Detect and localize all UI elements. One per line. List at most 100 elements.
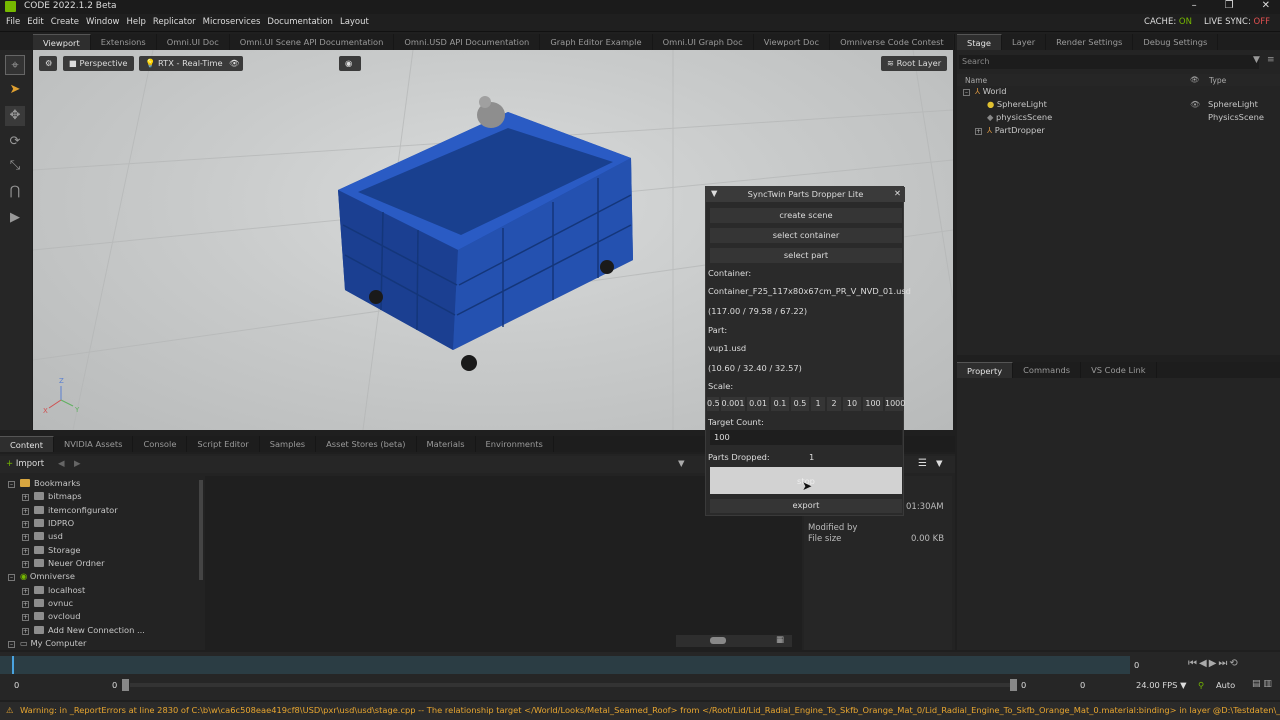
auto-key-icon[interactable]: ⚲ <box>1198 680 1204 690</box>
end-frame[interactable]: 0 <box>1080 680 1085 690</box>
tab-omni-ui-doc[interactable]: Omni.UI Doc <box>157 34 230 50</box>
minimize-icon[interactable]: – <box>1192 0 1197 11</box>
menu-layout[interactable]: Layout <box>340 17 369 27</box>
scale-button-10[interactable]: 10 <box>843 397 861 411</box>
close-icon[interactable]: ✕ <box>1262 0 1270 11</box>
play-icon[interactable]: ▶ <box>5 208 25 228</box>
export-button[interactable]: export <box>710 499 902 513</box>
live-sync-status[interactable]: LIVE SYNC: OFF <box>1204 17 1270 27</box>
scale-button-1000[interactable]: 1000 <box>885 397 905 411</box>
tab-code-contest[interactable]: Omniverse Code Contest <box>830 34 955 50</box>
range-start[interactable]: 0 <box>112 680 117 690</box>
scale-button-2[interactable]: 2 <box>827 397 841 411</box>
viewport-settings-icon[interactable]: ⚙ <box>39 56 57 71</box>
timeline-track[interactable] <box>0 656 1130 674</box>
tab-graph-doc[interactable]: Omni.UI Graph Doc <box>653 34 754 50</box>
list-view-icon[interactable]: ☰ <box>918 458 927 469</box>
tab-graph-editor-example[interactable]: Graph Editor Example <box>540 34 653 50</box>
forward-icon[interactable]: ▶ <box>74 459 81 469</box>
dropdown-icon[interactable]: ▼ <box>678 459 685 469</box>
broadcast-icon[interactable]: ◉ <box>339 56 361 71</box>
menu-microservices[interactable]: Microservices <box>203 17 261 27</box>
scale-button-001[interactable]: 0.01 <box>747 397 769 411</box>
camera-button[interactable]: ■ Perspective <box>63 56 134 71</box>
server-ovnuc[interactable]: + ovnuc <box>22 598 73 608</box>
stage-item-partdropper[interactable]: + ⅄ PartDropper <box>975 125 1045 135</box>
start-frame[interactable]: 0 <box>14 680 19 690</box>
tab-property[interactable]: Property <box>957 362 1014 378</box>
folder-itemconfigurator[interactable]: + itemconfigurator <box>22 505 118 515</box>
dropper-title-bar[interactable]: ▼ SyncTwin Parts Dropper Lite ✕ <box>706 187 905 202</box>
stage-item-world[interactable]: – ⅄ World <box>963 86 1007 96</box>
grid-scrollbar[interactable]: ▦ <box>676 635 792 647</box>
grid-view-icon[interactable]: ▦ <box>776 635 784 645</box>
server-ovcloud[interactable]: + ovcloud <box>22 611 80 621</box>
content-filter-icon[interactable]: ▼ <box>936 459 943 469</box>
import-button[interactable]: + Import <box>6 459 44 469</box>
folder-storage[interactable]: + Storage <box>22 545 80 555</box>
select-container-button[interactable]: select container <box>710 228 902 243</box>
eye-icon[interactable]: 👁 <box>1190 100 1200 109</box>
tab-asset-stores[interactable]: Asset Stores (beta) <box>316 436 417 452</box>
cache-status[interactable]: CACHE: ON <box>1144 17 1192 27</box>
menu-documentation[interactable]: Documentation <box>267 17 333 27</box>
root-layer-button[interactable]: ≋ Root Layer <box>881 56 948 71</box>
tab-viewport-doc[interactable]: Viewport Doc <box>754 34 831 50</box>
scale-button-05[interactable]: 0.5 <box>791 397 809 411</box>
tab-scene-api-doc[interactable]: Omni.UI Scene API Documentation <box>230 34 395 50</box>
tab-script-editor[interactable]: Script Editor <box>187 436 260 452</box>
render-mode-button[interactable]: 💡 RTX - Real-Time <box>139 56 229 71</box>
tab-console[interactable]: Console <box>133 436 188 452</box>
stage-item-spherelight[interactable]: ● SphereLight <box>987 99 1047 109</box>
tab-layer[interactable]: Layer <box>1002 34 1047 50</box>
select-mode-icon[interactable]: ⌖ <box>5 55 25 75</box>
server-localhost[interactable]: + localhost <box>22 585 85 595</box>
stage-search-input[interactable]: Search <box>959 55 1259 69</box>
menu-create[interactable]: Create <box>51 17 79 27</box>
auto-key-label[interactable]: Auto <box>1216 680 1235 690</box>
menu-help[interactable]: Help <box>126 17 145 27</box>
select-arrow-icon[interactable]: ➤ <box>5 80 25 100</box>
tab-nvidia-assets[interactable]: NVIDIA Assets <box>54 436 134 452</box>
folder-usd[interactable]: + usd <box>22 531 63 541</box>
tab-commands[interactable]: Commands <box>1013 362 1082 378</box>
omniverse-node[interactable]: – ◉ Omniverse <box>8 571 75 581</box>
restore-icon[interactable]: ❐ <box>1225 0 1234 11</box>
back-icon[interactable]: ◀ <box>58 459 65 469</box>
visibility-eye-icon[interactable]: 👁 <box>223 56 243 71</box>
status-message[interactable]: Warning: in _ReportErrors at line 2830 o… <box>20 705 1280 715</box>
scale-button-100[interactable]: 100 <box>863 397 883 411</box>
scale-button-01[interactable]: 0.1 <box>771 397 789 411</box>
tab-content[interactable]: Content <box>0 436 54 452</box>
scale-button-1[interactable]: 1 <box>811 397 825 411</box>
range-end-handle[interactable] <box>1010 679 1017 691</box>
my-computer-node[interactable]: – ▭ My Computer <box>8 638 86 648</box>
tab-materials[interactable]: Materials <box>417 436 476 452</box>
tab-debug-settings[interactable]: Debug Settings <box>1133 34 1219 50</box>
tab-vs-code-link[interactable]: VS Code Link <box>1081 362 1157 378</box>
range-end[interactable]: 0 <box>1021 680 1026 690</box>
tab-samples[interactable]: Samples <box>260 436 317 452</box>
tab-extensions[interactable]: Extensions <box>91 34 157 50</box>
create-scene-button[interactable]: create scene <box>710 208 902 223</box>
target-count-input[interactable]: 100 <box>710 430 902 445</box>
current-frame[interactable]: 0 <box>1134 660 1139 670</box>
menu-edit[interactable]: Edit <box>27 17 43 27</box>
tab-render-settings[interactable]: Render Settings <box>1046 34 1134 50</box>
snap-icon[interactable]: ⋂ <box>5 182 25 202</box>
fps-dropdown[interactable]: 24.00 FPS ▼ <box>1136 680 1186 690</box>
folder-idpro[interactable]: + IDPRO <box>22 518 74 528</box>
move-icon[interactable]: ✥ <box>5 106 25 126</box>
folder-neuer-ordner[interactable]: + Neuer Ordner <box>22 558 105 568</box>
scale-value[interactable]: 0.5 <box>707 397 720 411</box>
menu-window[interactable]: Window <box>86 17 120 27</box>
stage-item-physicsscene[interactable]: ◆ physicsScene <box>987 112 1052 122</box>
tab-usd-api-doc[interactable]: Omni.USD API Documentation <box>394 34 541 50</box>
menu-replicator[interactable]: Replicator <box>153 17 196 27</box>
collapse-icon[interactable]: ▼ <box>711 188 717 198</box>
range-slider[interactable] <box>130 683 1010 687</box>
add-connection-item[interactable]: + Add New Connection ... <box>22 625 145 635</box>
tab-stage[interactable]: Stage <box>957 34 1002 50</box>
range-start-handle[interactable] <box>122 679 129 691</box>
bookmarks-node[interactable]: – Bookmarks <box>8 478 80 488</box>
